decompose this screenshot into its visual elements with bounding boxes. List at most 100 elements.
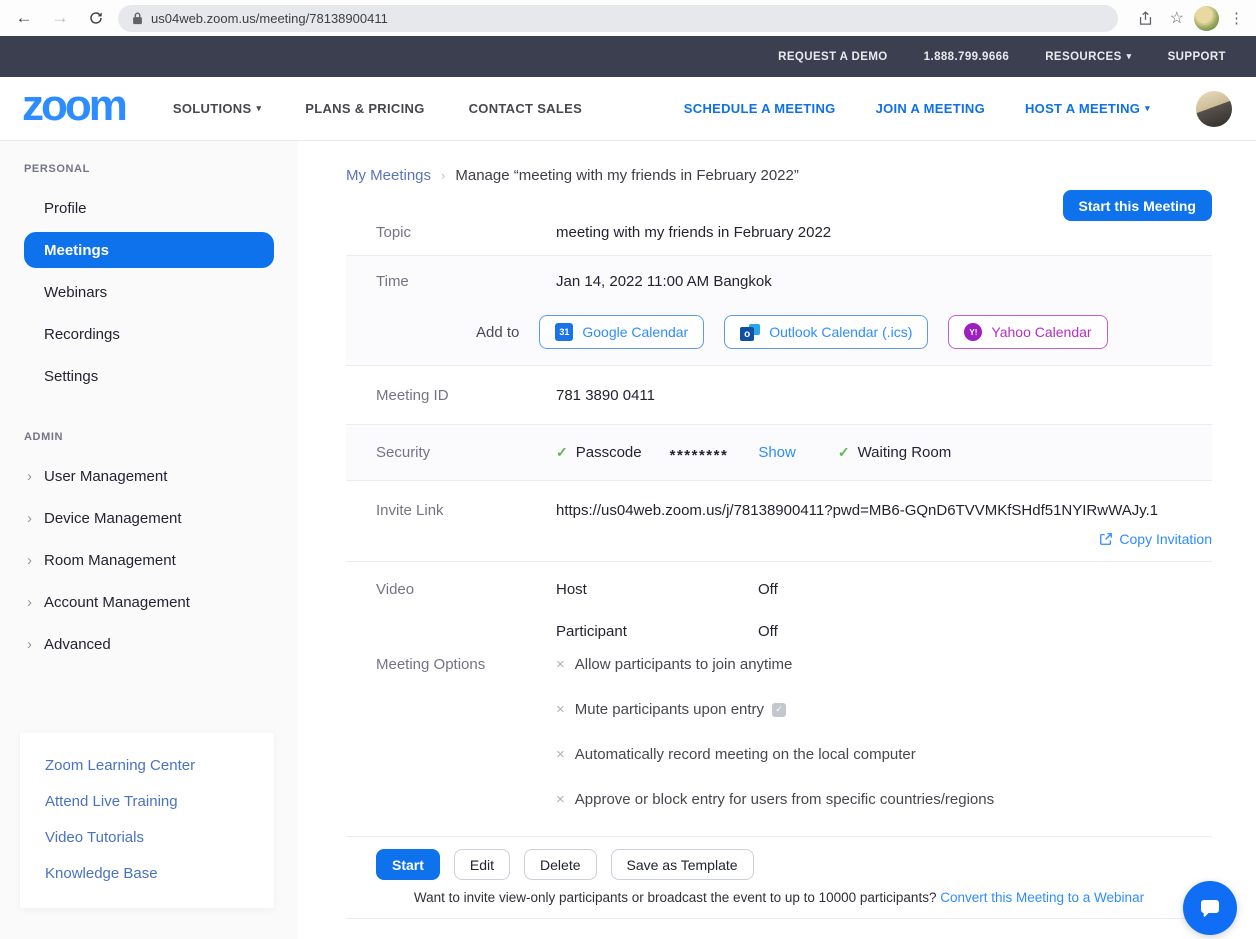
outlook-calendar-button[interactable]: o Outlook Calendar (.ics) <box>724 315 928 349</box>
refresh-icon <box>88 10 104 26</box>
chat-icon <box>1198 896 1222 920</box>
sidebar-item-device-management[interactable]: ›Device Management <box>0 497 298 539</box>
video-host-value: Off <box>758 581 896 598</box>
cross-icon: × <box>556 656 565 673</box>
chevron-right-icon: › <box>27 594 44 611</box>
save-as-template-button[interactable]: Save as Template <box>611 849 754 880</box>
sidebar: PERSONAL Profile Meetings Webinars Recor… <box>0 141 298 939</box>
video-label: Video <box>376 581 556 640</box>
sidebar-item-profile[interactable]: Profile <box>0 187 298 229</box>
video-participant-value: Off <box>758 623 896 640</box>
zoom-logo[interactable]: zoom <box>20 86 137 132</box>
host-meeting-menu[interactable]: HOST A MEETING▾ <box>1025 101 1150 116</box>
link-video-tutorials[interactable]: Video Tutorials <box>45 829 274 846</box>
cross-icon: × <box>556 701 565 718</box>
invite-url[interactable]: https://us04web.zoom.us/j/78138900411?pw… <box>556 502 1212 519</box>
chevron-right-icon: › <box>27 636 44 653</box>
nav-plans-pricing[interactable]: PLANS & PRICING <box>305 101 424 116</box>
schedule-meeting-link[interactable]: SCHEDULE A MEETING <box>684 101 836 116</box>
sidebar-item-meetings[interactable]: Meetings <box>24 232 274 268</box>
main-nav: SOLUTIONS▾ PLANS & PRICING CONTACT SALES <box>173 101 582 116</box>
start-this-meeting-button[interactable]: Start this Meeting <box>1063 190 1212 221</box>
action-buttons-row: Start Edit Delete Save as Template <box>346 836 1212 880</box>
sidebar-item-advanced[interactable]: ›Advanced <box>0 623 298 665</box>
cross-icon: × <box>556 791 565 808</box>
site-header: zoom SOLUTIONS▾ PLANS & PRICING CONTACT … <box>0 77 1256 141</box>
browser-back-icon[interactable]: ← <box>10 4 38 32</box>
join-meeting-link[interactable]: JOIN A MEETING <box>876 101 985 116</box>
main-content: My Meetings › Manage “meeting with my fr… <box>298 141 1256 939</box>
chevron-right-icon: › <box>27 468 44 485</box>
browser-refresh-icon[interactable] <box>82 4 110 32</box>
link-zoom-learning-center[interactable]: Zoom Learning Center <box>45 757 274 774</box>
show-passcode-link[interactable]: Show <box>758 444 796 461</box>
video-row: Video Host Off Participant Off <box>346 562 1212 640</box>
sidebar-item-account-management[interactable]: ›Account Management <box>0 581 298 623</box>
add-to-calendar-row: Add to 31 Google Calendar o Outlook Cale… <box>476 315 1212 349</box>
browser-profile-avatar[interactable] <box>1194 6 1219 31</box>
support-link[interactable]: SUPPORT <box>1168 51 1226 63</box>
sidebar-item-room-management[interactable]: ›Room Management <box>0 539 298 581</box>
check-icon: ✓ <box>556 444 568 461</box>
security-row: Security ✓ Passcode ******** Show ✓ Wait… <box>346 425 1212 481</box>
page-body: PERSONAL Profile Meetings Webinars Recor… <box>0 141 1256 939</box>
request-demo-link[interactable]: REQUEST A DEMO <box>778 51 888 63</box>
waiting-room-label: Waiting Room <box>858 444 952 461</box>
yahoo-calendar-icon: Y! <box>964 323 982 341</box>
copy-invitation-link[interactable]: Copy Invitation <box>556 531 1212 547</box>
invite-link-row: Invite Link https://us04web.zoom.us/j/78… <box>346 481 1212 562</box>
edit-button[interactable]: Edit <box>454 849 510 880</box>
option-mute-on-entry: × Mute participants upon entry ✓ <box>556 701 1212 718</box>
sidebar-item-recordings[interactable]: Recordings <box>0 313 298 355</box>
yahoo-calendar-button[interactable]: Y! Yahoo Calendar <box>948 315 1107 349</box>
url-text: us04web.zoom.us/meeting/78138900411 <box>151 11 388 26</box>
google-calendar-icon: 31 <box>555 323 573 341</box>
bookmark-star-icon[interactable]: ☆ <box>1170 8 1184 28</box>
sales-phone[interactable]: 1.888.799.9666 <box>924 51 1010 63</box>
caret-down-icon: ▾ <box>256 103 261 114</box>
caret-down-icon: ▾ <box>1145 103 1150 114</box>
resources-menu[interactable]: RESOURCES▾ <box>1045 51 1131 63</box>
convert-to-webinar-link[interactable]: Convert this Meeting to a Webinar <box>940 890 1144 905</box>
header-actions: SCHEDULE A MEETING JOIN A MEETING HOST A… <box>684 91 1236 127</box>
chat-widget-button[interactable] <box>1183 881 1237 935</box>
nav-contact-sales[interactable]: CONTACT SALES <box>469 101 582 116</box>
link-attend-live-training[interactable]: Attend Live Training <box>45 793 274 810</box>
checkbox-locked-icon: ✓ <box>772 703 786 717</box>
sidebar-section-personal: PERSONAL <box>24 163 298 175</box>
address-bar[interactable]: us04web.zoom.us/meeting/78138900411 <box>118 5 1118 32</box>
meeting-detail-table: Topic meeting with my friends in Februar… <box>346 208 1212 919</box>
topic-label: Topic <box>376 224 556 241</box>
sidebar-help-card: Zoom Learning Center Attend Live Trainin… <box>20 733 274 908</box>
topic-value: meeting with my friends in February 2022 <box>556 224 1212 241</box>
cross-icon: × <box>556 746 565 763</box>
nav-solutions[interactable]: SOLUTIONS▾ <box>173 101 261 116</box>
copy-icon <box>1099 532 1113 546</box>
browser-toolbar: ← → us04web.zoom.us/meeting/78138900411 … <box>0 0 1256 36</box>
delete-button[interactable]: Delete <box>524 849 596 880</box>
sidebar-item-user-management[interactable]: ›User Management <box>0 455 298 497</box>
browser-menu-icon[interactable]: ⋮ <box>1229 9 1244 27</box>
check-icon: ✓ <box>838 444 850 461</box>
sidebar-item-settings[interactable]: Settings <box>0 355 298 397</box>
start-button[interactable]: Start <box>376 849 440 880</box>
lock-icon <box>132 11 143 25</box>
option-auto-record: × Automatically record meeting on the lo… <box>556 746 1212 763</box>
meeting-id-label: Meeting ID <box>376 387 556 404</box>
time-value: Jan 14, 2022 11:00 AM Bangkok <box>556 273 1212 290</box>
sidebar-section-admin: ADMIN <box>24 431 298 443</box>
chevron-right-icon: › <box>27 552 44 569</box>
caret-down-icon: ▾ <box>1127 51 1132 62</box>
user-avatar[interactable] <box>1196 91 1232 127</box>
sidebar-item-webinars[interactable]: Webinars <box>0 271 298 313</box>
meeting-options-label: Meeting Options <box>376 656 556 816</box>
link-knowledge-base[interactable]: Knowledge Base <box>45 865 274 882</box>
google-calendar-button[interactable]: 31 Google Calendar <box>539 315 704 349</box>
breadcrumb-my-meetings[interactable]: My Meetings <box>346 167 431 184</box>
share-icon[interactable] <box>1132 4 1160 32</box>
meeting-id-row: Meeting ID 781 3890 0411 <box>346 366 1212 425</box>
security-label: Security <box>376 444 556 461</box>
time-row: Time Jan 14, 2022 11:00 AM Bangkok Add t… <box>346 256 1212 366</box>
meeting-options-row: Meeting Options × Allow participants to … <box>346 640 1212 832</box>
browser-forward-icon[interactable]: → <box>46 4 74 32</box>
